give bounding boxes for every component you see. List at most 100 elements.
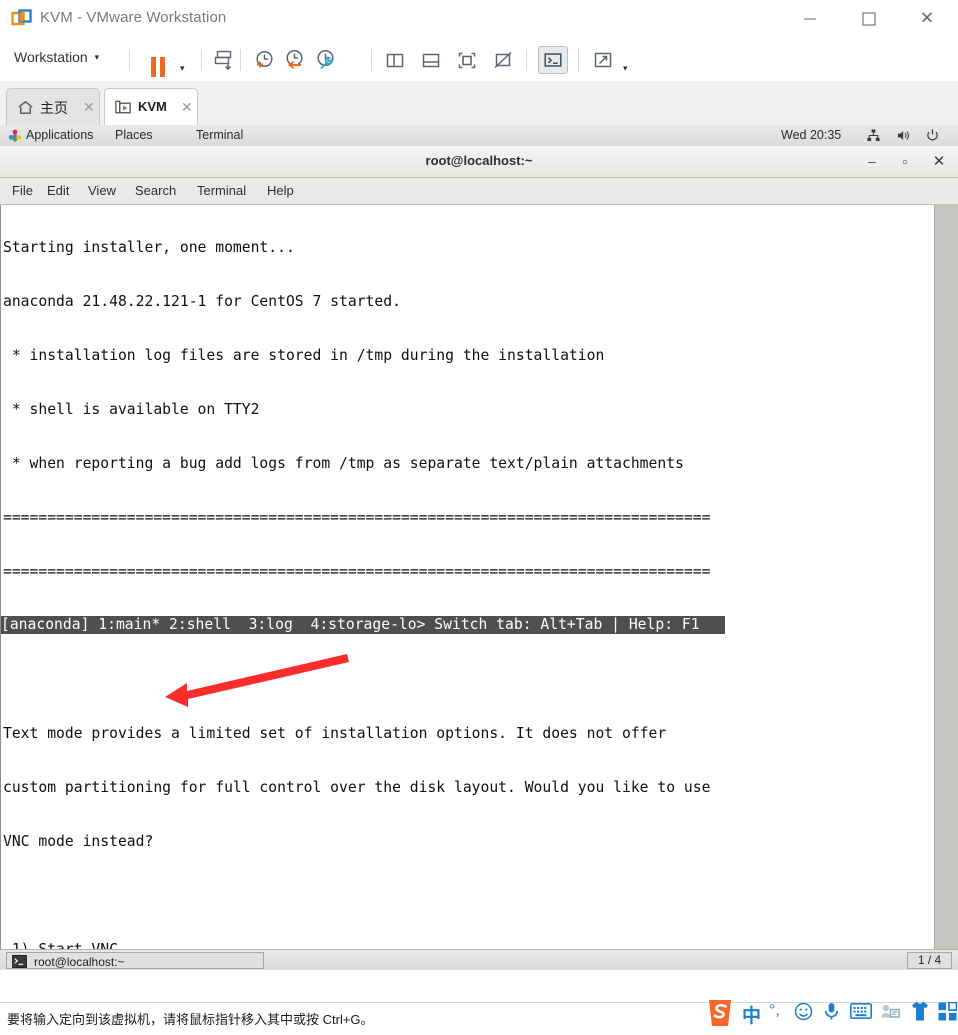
console-view-button[interactable] bbox=[538, 46, 568, 74]
gnome-top-panel: Applications Places Terminal Wed 20:35 bbox=[0, 125, 958, 147]
business-card-icon[interactable] bbox=[880, 1002, 900, 1025]
terminal-minimize-button[interactable]: – bbox=[862, 152, 882, 172]
tab-kvm[interactable]: KVM ✕ bbox=[104, 88, 198, 125]
manage-snapshots-button[interactable] bbox=[310, 46, 340, 74]
network-icon[interactable] bbox=[866, 128, 881, 146]
menu-help[interactable]: Help bbox=[267, 183, 294, 198]
workspace-indicator[interactable]: 1 / 4 bbox=[907, 952, 952, 969]
snapshot-manage-icon bbox=[317, 49, 334, 70]
workstation-menu-button[interactable]: Workstation ▾ bbox=[14, 49, 99, 65]
maximize-icon bbox=[862, 12, 876, 25]
emoji-icon[interactable] bbox=[794, 1002, 813, 1026]
terminal-body[interactable]: Starting installer, one moment... anacon… bbox=[0, 205, 958, 970]
expand-icon bbox=[594, 52, 612, 68]
show-bottom-panel-button[interactable] bbox=[416, 46, 446, 74]
chevron-down-icon: ▾ bbox=[94, 52, 100, 62]
gnome-terminal-menu[interactable]: Terminal bbox=[196, 128, 243, 142]
show-thumbnails-button[interactable] bbox=[452, 46, 482, 74]
tab-home-label: 主页 bbox=[40, 100, 68, 116]
applications-menu-icon bbox=[8, 129, 22, 143]
chevron-down-icon: ▾ bbox=[180, 63, 185, 73]
terminal-title: root@localhost:~ bbox=[425, 153, 533, 168]
tab-home[interactable]: 主页 ✕ bbox=[6, 88, 100, 125]
voice-input-icon[interactable] bbox=[823, 1001, 840, 1026]
thumbnail-icon bbox=[458, 52, 476, 69]
skin-icon[interactable] bbox=[910, 1000, 930, 1027]
pause-icon bbox=[151, 57, 156, 77]
terminal-scrollbar[interactable] bbox=[934, 205, 958, 970]
menu-edit[interactable]: Edit bbox=[47, 183, 69, 198]
sogou-logo-icon[interactable] bbox=[706, 996, 736, 1035]
send-ctrl-alt-del-button[interactable] bbox=[209, 46, 239, 74]
window-maximize-button[interactable] bbox=[846, 0, 892, 37]
terminal-line: Starting installer, one moment... bbox=[3, 239, 295, 256]
terminal-close-button[interactable]: ✕ bbox=[929, 152, 949, 172]
gnome-clock[interactable]: Wed 20:35 bbox=[781, 128, 841, 142]
show-sidebar-button[interactable] bbox=[380, 46, 410, 74]
panel-left-icon bbox=[386, 53, 404, 68]
terminal-titlebar: root@localhost:~ – ▫ ✕ bbox=[0, 146, 958, 178]
taskbar-item-terminal[interactable]: root@localhost:~ bbox=[6, 952, 264, 969]
volume-icon[interactable] bbox=[896, 128, 911, 146]
terminal-icon bbox=[12, 955, 27, 968]
taskbar-item-label: root@localhost:~ bbox=[34, 955, 125, 969]
toolbar-separator-2 bbox=[201, 49, 202, 71]
tmux-status-bar: [anaconda] 1:main* 2:shell 3:log 4:stora… bbox=[1, 616, 725, 634]
power-icon[interactable] bbox=[925, 128, 940, 146]
vm-guest-screen[interactable]: Applications Places Terminal Wed 20:35 r… bbox=[0, 125, 958, 970]
gnome-terminal-window: root@localhost:~ – ▫ ✕ File Edit View Se… bbox=[0, 146, 958, 970]
take-snapshot-button[interactable] bbox=[248, 46, 278, 74]
vm-tab-strip: 主页 ✕ KVM ✕ bbox=[0, 81, 958, 126]
snapshot-add-icon bbox=[256, 50, 273, 68]
toolbox-icon[interactable] bbox=[938, 1001, 958, 1026]
tab-kvm-label: KVM bbox=[138, 99, 167, 114]
gnome-bottom-panel: root@localhost:~ 1 / 4 bbox=[0, 949, 958, 970]
toolbar-separator-3 bbox=[240, 49, 241, 71]
soft-keyboard-icon[interactable] bbox=[850, 1003, 872, 1024]
fullscreen-dropdown-button[interactable]: ▾ bbox=[617, 46, 637, 74]
close-icon: ✕ bbox=[919, 8, 935, 28]
tab-kvm-close-icon[interactable]: ✕ bbox=[181, 99, 193, 116]
toolbar-separator-5 bbox=[526, 49, 527, 71]
terminal-icon bbox=[544, 53, 562, 67]
enter-fullscreen-button[interactable] bbox=[588, 46, 618, 74]
snapshot-revert-icon bbox=[286, 49, 303, 69]
gnome-applications-menu[interactable]: Applications bbox=[26, 128, 93, 142]
terminal-line: * shell is available on TTY2 bbox=[3, 401, 260, 418]
menu-file[interactable]: File bbox=[12, 183, 33, 198]
terminal-maximize-button[interactable]: ▫ bbox=[895, 152, 915, 172]
vmware-workstation-window: KVM - VMware Workstation — ✕ Workstation… bbox=[0, 0, 958, 1031]
terminal-menubar: File Edit View Search Terminal Help bbox=[0, 178, 958, 205]
hide-thumbnails-button[interactable] bbox=[488, 46, 518, 74]
home-icon bbox=[16, 98, 35, 117]
terminal-line: Text mode provides a limited set of inst… bbox=[3, 725, 667, 742]
terminal-line: * when reporting a bug add logs from /tm… bbox=[3, 455, 684, 472]
terminal-line: anaconda 21.48.22.121-1 for CentOS 7 sta… bbox=[3, 293, 401, 310]
menu-view[interactable]: View bbox=[88, 183, 116, 198]
chevron-down-icon: ▾ bbox=[623, 63, 628, 73]
pause-dropdown-button[interactable]: ▾ bbox=[173, 46, 195, 74]
window-titlebar: KVM - VMware Workstation — ✕ bbox=[0, 0, 958, 39]
pause-icon-bar2 bbox=[160, 57, 165, 77]
vmware-logo-icon bbox=[11, 8, 33, 30]
pause-vm-button[interactable] bbox=[143, 46, 173, 77]
vmware-status-bar: 要将输入定向到该虚拟机，请将鼠标指针移入其中或按 Ctrl+G。 bbox=[0, 1002, 958, 1031]
ime-punctuation-toggle[interactable]: °, bbox=[769, 1002, 780, 1020]
window-minimize-button[interactable]: — bbox=[787, 0, 833, 37]
gnome-places-menu[interactable]: Places bbox=[115, 128, 153, 142]
ime-mode-chinese[interactable]: 中 bbox=[742, 1001, 761, 1028]
terminal-line: custom partitioning for full control ove… bbox=[3, 779, 711, 796]
window-title: KVM - VMware Workstation bbox=[40, 9, 227, 26]
menu-search[interactable]: Search bbox=[135, 183, 176, 198]
terminal-output: Starting installer, one moment... anacon… bbox=[3, 203, 933, 970]
terminal-line: * installation log files are stored in /… bbox=[3, 347, 605, 364]
menu-terminal[interactable]: Terminal bbox=[197, 183, 246, 198]
toolbar-separator bbox=[129, 49, 130, 71]
workstation-menu-label: Workstation bbox=[14, 49, 88, 65]
tab-home-close-icon[interactable]: ✕ bbox=[83, 99, 95, 116]
window-close-button[interactable]: ✕ bbox=[904, 0, 950, 37]
revert-snapshot-button[interactable] bbox=[279, 46, 309, 74]
thumbnail-off-icon bbox=[494, 51, 512, 69]
